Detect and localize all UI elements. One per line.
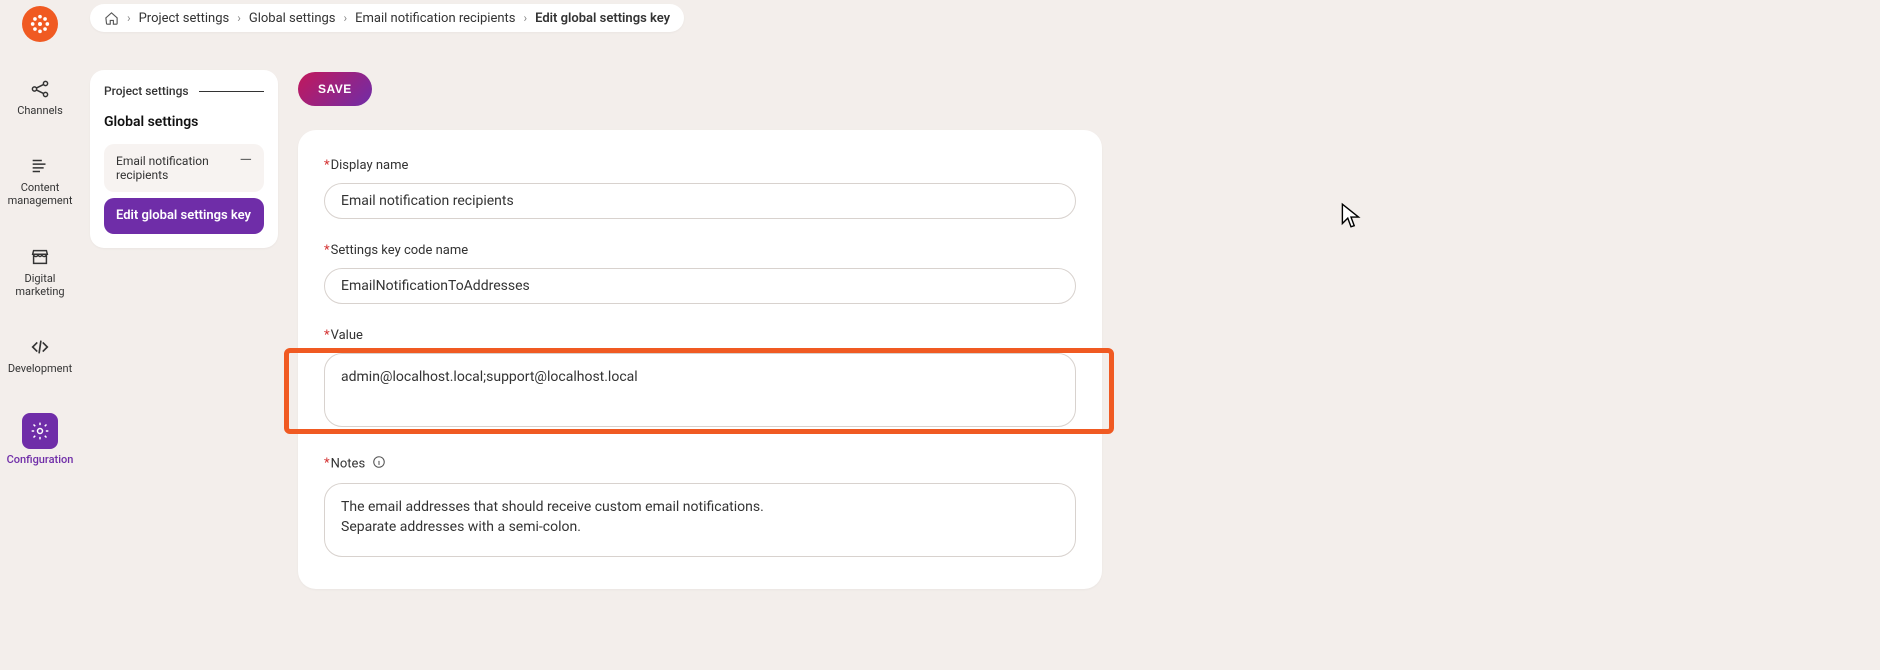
nav-label: Configuration — [0, 453, 80, 466]
sidebar-heading[interactable]: Global settings — [104, 114, 264, 130]
sidebar-card: Project settings Global settings Email n… — [90, 70, 278, 248]
field-notes: *Notes — [324, 455, 1076, 561]
info-icon[interactable] — [372, 455, 386, 473]
nav-development[interactable]: Development — [0, 330, 80, 387]
divider — [199, 91, 264, 92]
required-marker: * — [324, 158, 330, 173]
nav-label: Channels — [0, 104, 80, 117]
chevron-right-icon: › — [344, 11, 348, 25]
nav-configuration[interactable]: Configuration — [0, 407, 80, 478]
field-code-name: *Settings key code name — [324, 243, 1076, 304]
form-card: *Display name *Settings key code name *V… — [298, 130, 1102, 589]
save-button[interactable]: SAVE — [298, 72, 372, 106]
snowflake-icon — [29, 13, 51, 35]
code-name-input[interactable] — [324, 268, 1076, 304]
breadcrumb-item-current: Edit global settings key — [535, 11, 670, 26]
chevron-right-icon: › — [127, 11, 131, 25]
home-icon — [104, 11, 119, 26]
gear-icon — [22, 413, 58, 449]
sidebar-item-email-notification-recipients[interactable]: Email notification recipients — — [104, 144, 264, 192]
nav-channels[interactable]: Channels — [0, 72, 80, 129]
breadcrumb-item[interactable]: Global settings — [249, 11, 336, 26]
nav-label: Digital marketing — [0, 272, 80, 298]
sidebar-item-edit-global-settings-key[interactable]: Edit global settings key — [104, 198, 264, 234]
field-label: *Value — [324, 328, 1076, 343]
required-marker: * — [324, 456, 330, 471]
field-value: *Value — [324, 328, 1076, 431]
cursor-icon — [1340, 202, 1362, 234]
required-marker: * — [324, 243, 330, 258]
nav-label: Content management — [0, 181, 80, 207]
breadcrumb: › Project settings › Global settings › E… — [90, 4, 684, 32]
lines-icon — [0, 155, 80, 177]
field-display-name: *Display name — [324, 158, 1076, 219]
breadcrumb-home[interactable] — [104, 11, 119, 26]
code-icon — [0, 336, 80, 358]
value-input[interactable] — [324, 353, 1076, 427]
nav-digital-marketing[interactable]: Digital marketing — [0, 240, 80, 310]
share-icon — [0, 78, 80, 100]
app-logo[interactable] — [22, 6, 58, 42]
field-label: *Display name — [324, 158, 1076, 173]
chevron-right-icon: › — [524, 11, 528, 25]
store-icon — [0, 246, 80, 268]
notes-input[interactable] — [324, 483, 1076, 557]
breadcrumb-item[interactable]: Email notification recipients — [355, 11, 515, 26]
field-label: *Notes — [324, 455, 1076, 473]
field-label: *Settings key code name — [324, 243, 1076, 258]
nav-content-management[interactable]: Content management — [0, 149, 80, 219]
sidebar-section-label: Project settings — [104, 84, 264, 98]
minus-icon: — — [240, 154, 253, 166]
left-nav: Channels Content management Digital mark… — [0, 0, 80, 670]
display-name-input[interactable] — [324, 183, 1076, 219]
nav-label: Development — [0, 362, 80, 375]
required-marker: * — [324, 328, 330, 343]
chevron-right-icon: › — [237, 11, 241, 25]
sidebar-item-label: Email notification recipients — [116, 154, 236, 182]
breadcrumb-item[interactable]: Project settings — [139, 11, 230, 26]
